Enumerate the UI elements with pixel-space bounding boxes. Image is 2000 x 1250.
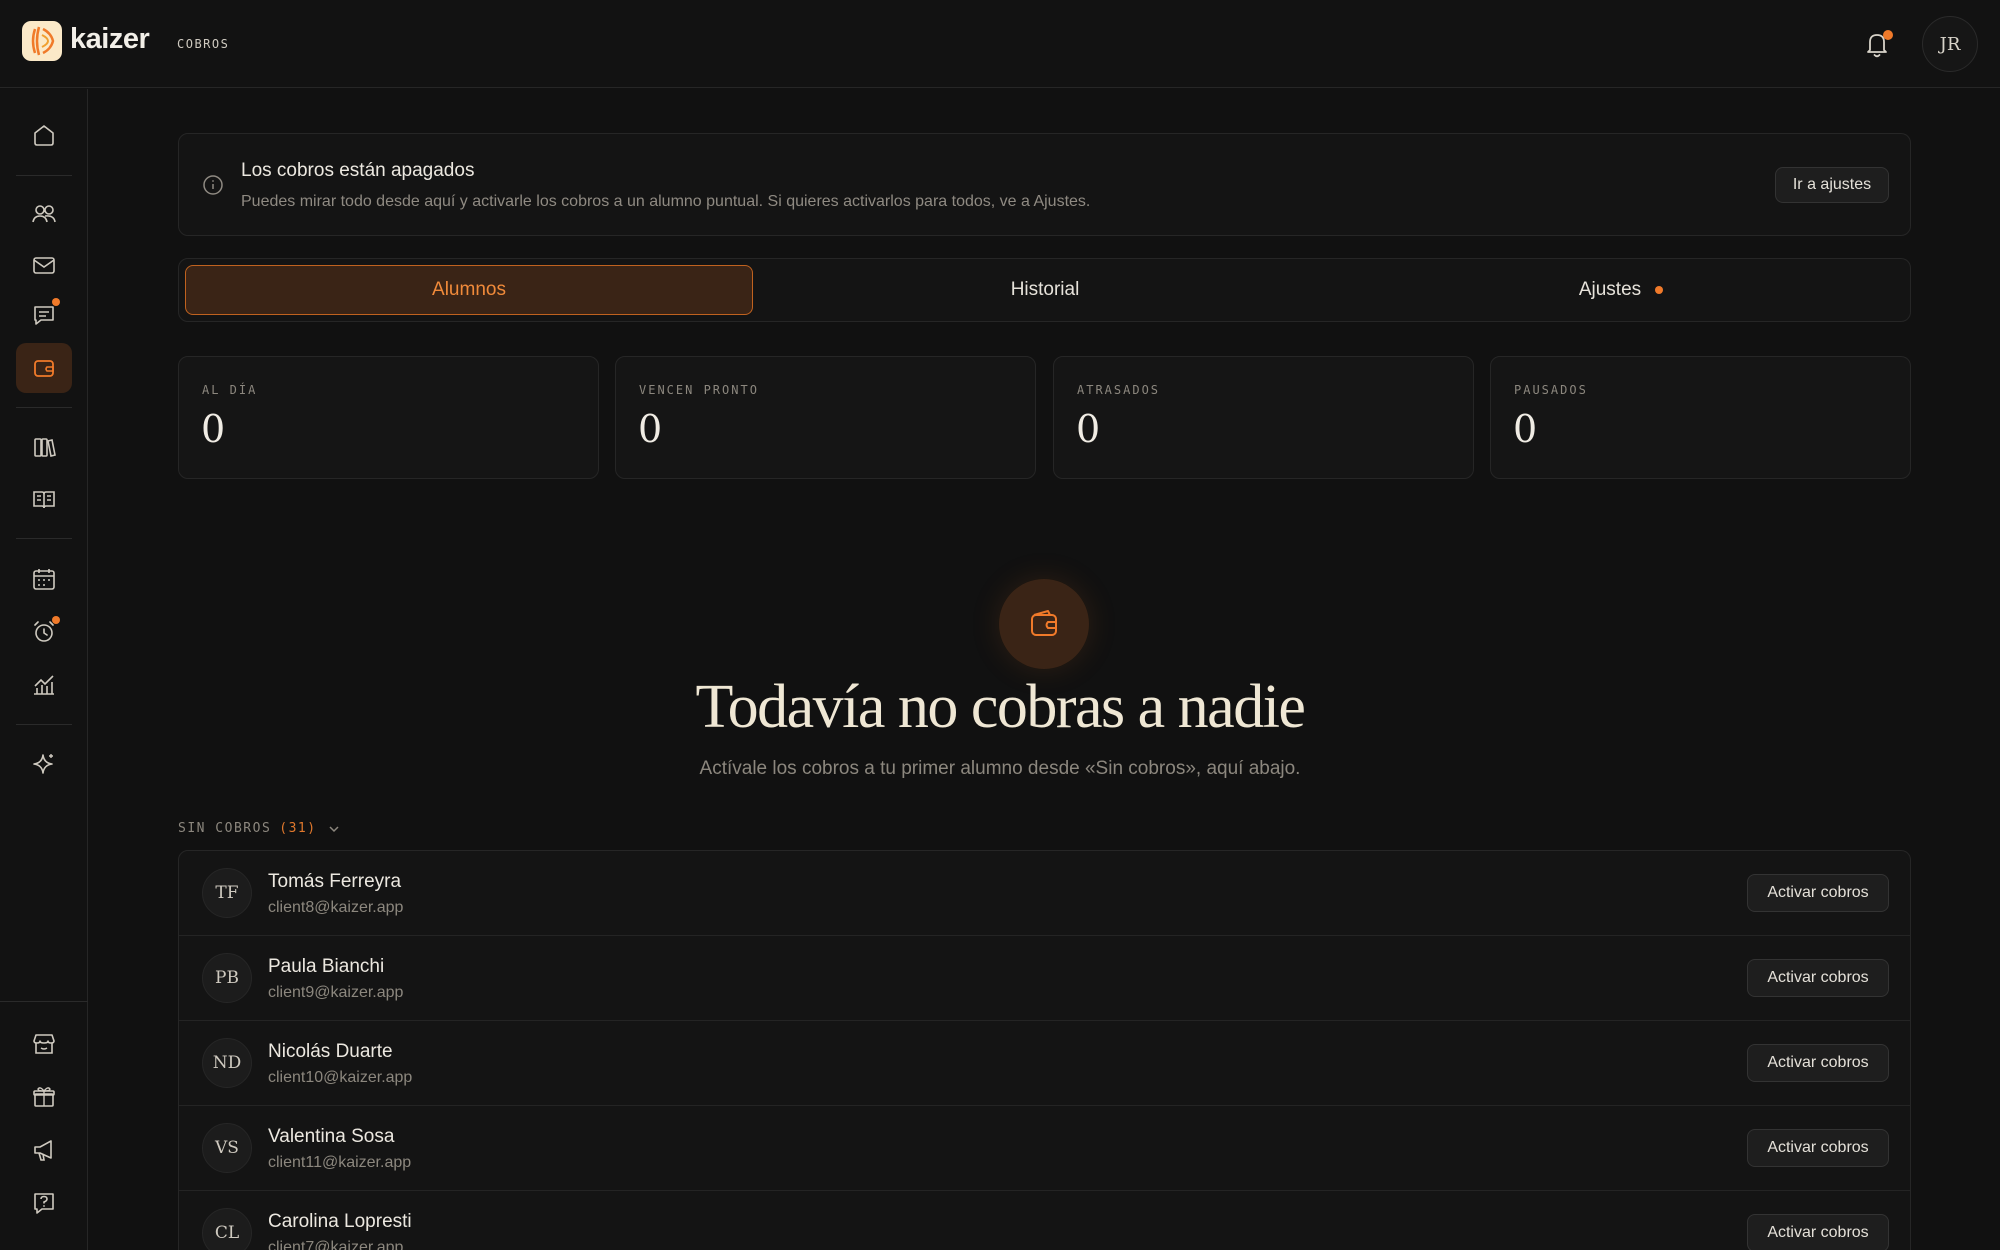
tab-label: Alumnos [432, 279, 506, 300]
calendar-icon[interactable] [16, 554, 72, 604]
info-banner: Los cobros están apagados Puedes mirar t… [178, 133, 1911, 236]
stat-card-al-dia: AL DÍA 0 [178, 356, 599, 479]
tab-alumnos[interactable]: Alumnos [185, 265, 753, 315]
client-name: Valentina Sosa [268, 1126, 395, 1147]
client-name: Paula Bianchi [268, 956, 385, 977]
group-label: SIN COBROS [178, 821, 272, 836]
tab-label: Historial [1010, 279, 1080, 300]
users-icon[interactable] [16, 189, 72, 239]
settings-attention-dot [1655, 286, 1664, 294]
stat-label: VENCEN PRONTO [639, 383, 759, 397]
stat-label: AL DÍA [202, 383, 258, 397]
client-list: TF Tomás Ferreyra client8@kaizer.app Act… [178, 850, 1911, 1250]
store-icon[interactable] [16, 1019, 72, 1069]
help-icon[interactable] [16, 1178, 72, 1228]
list-item: PB Paula Bianchi client9@kaizer.app Acti… [179, 936, 1910, 1021]
brand-name: kaizer [70, 23, 150, 55]
library-icon[interactable] [16, 422, 72, 472]
list-item: TF Tomás Ferreyra client8@kaizer.app Act… [179, 851, 1910, 936]
client-email: client8@kaizer.app [268, 899, 404, 916]
banner-text: Puedes mirar todo desde aquí y activarle… [241, 193, 1091, 210]
stat-value: 0 [638, 407, 663, 451]
activate-billing-button[interactable]: Activar cobros [1747, 1214, 1889, 1250]
activate-billing-button[interactable]: Activar cobros [1747, 959, 1889, 997]
tab-bar: Alumnos Historial Ajustes [178, 258, 1911, 322]
avatar: ND [202, 1038, 252, 1088]
chat-notification-dot [52, 298, 60, 306]
chat-icon[interactable] [16, 290, 72, 340]
stat-value: 0 [1076, 407, 1101, 451]
home-icon[interactable] [16, 110, 72, 160]
wallet-icon[interactable] [16, 343, 72, 393]
alarm-icon[interactable] [16, 607, 72, 657]
megaphone-icon[interactable] [16, 1125, 72, 1175]
gift-icon[interactable] [16, 1072, 72, 1122]
client-email: client10@kaizer.app [268, 1069, 413, 1086]
stat-card-vencen-pronto: VENCEN PRONTO 0 [615, 356, 1036, 479]
client-email: client11@kaizer.app [268, 1154, 412, 1171]
avatar: VS [202, 1123, 252, 1173]
activate-billing-button[interactable]: Activar cobros [1747, 1129, 1889, 1167]
list-item: CL Carolina Lopresti client7@kaizer.app … [179, 1191, 1910, 1250]
client-name: Carolina Lopresti [268, 1211, 412, 1232]
user-avatar[interactable]: JR [1922, 16, 1978, 72]
client-email: client7@kaizer.app [268, 1239, 404, 1250]
alarm-notification-dot [52, 616, 60, 624]
client-name: Nicolás Duarte [268, 1041, 393, 1062]
avatar: TF [202, 868, 252, 918]
sidebar-divider [16, 538, 72, 539]
kaizer-logo[interactable] [22, 21, 62, 61]
tab-ajustes[interactable]: Ajustes [1337, 265, 1905, 315]
activate-billing-button[interactable]: Activar cobros [1747, 1044, 1889, 1082]
banner-title: Los cobros están apagados [241, 160, 475, 181]
top-bar: kaizer COBROS JR [0, 0, 2000, 88]
stat-card-pausados: PAUSADOS 0 [1490, 356, 1911, 479]
stat-label: ATRASADOS [1077, 383, 1161, 397]
client-name: Tomás Ferreyra [268, 871, 402, 892]
sidebar [0, 89, 88, 1250]
stat-label: PAUSADOS [1514, 383, 1588, 397]
client-email: client9@kaizer.app [268, 984, 404, 1001]
group-count: (31) [279, 821, 317, 836]
go-to-settings-button[interactable]: Ir a ajustes [1775, 167, 1889, 203]
stat-value: 0 [201, 407, 226, 451]
info-icon [203, 175, 223, 195]
sidebar-divider [16, 175, 72, 176]
tab-label: Ajustes [1578, 279, 1642, 300]
stat-value: 0 [1513, 407, 1538, 451]
notification-dot [1883, 30, 1893, 40]
wallet-icon [999, 579, 1089, 669]
mail-icon[interactable] [16, 240, 72, 290]
empty-state-title: Todavía no cobras a nadie [695, 673, 1306, 741]
sidebar-divider [0, 1001, 88, 1002]
list-item: ND Nicolás Duarte client10@kaizer.app Ac… [179, 1021, 1910, 1106]
list-item: VS Valentina Sosa client11@kaizer.app Ac… [179, 1106, 1910, 1191]
book-icon[interactable] [16, 474, 72, 524]
avatar: PB [202, 953, 252, 1003]
empty-state-subtitle: Actívale los cobros a tu primer alumno d… [699, 758, 1301, 779]
section-label: COBROS [177, 37, 230, 51]
tab-historial[interactable]: Historial [761, 265, 1329, 315]
activate-billing-button[interactable]: Activar cobros [1747, 874, 1889, 912]
avatar: CL [202, 1208, 252, 1250]
group-header-sin-cobros[interactable]: SIN COBROS (31) [178, 821, 341, 836]
chevron-down-icon [329, 825, 339, 832]
stat-card-atrasados: ATRASADOS 0 [1053, 356, 1474, 479]
sidebar-divider [16, 407, 72, 408]
